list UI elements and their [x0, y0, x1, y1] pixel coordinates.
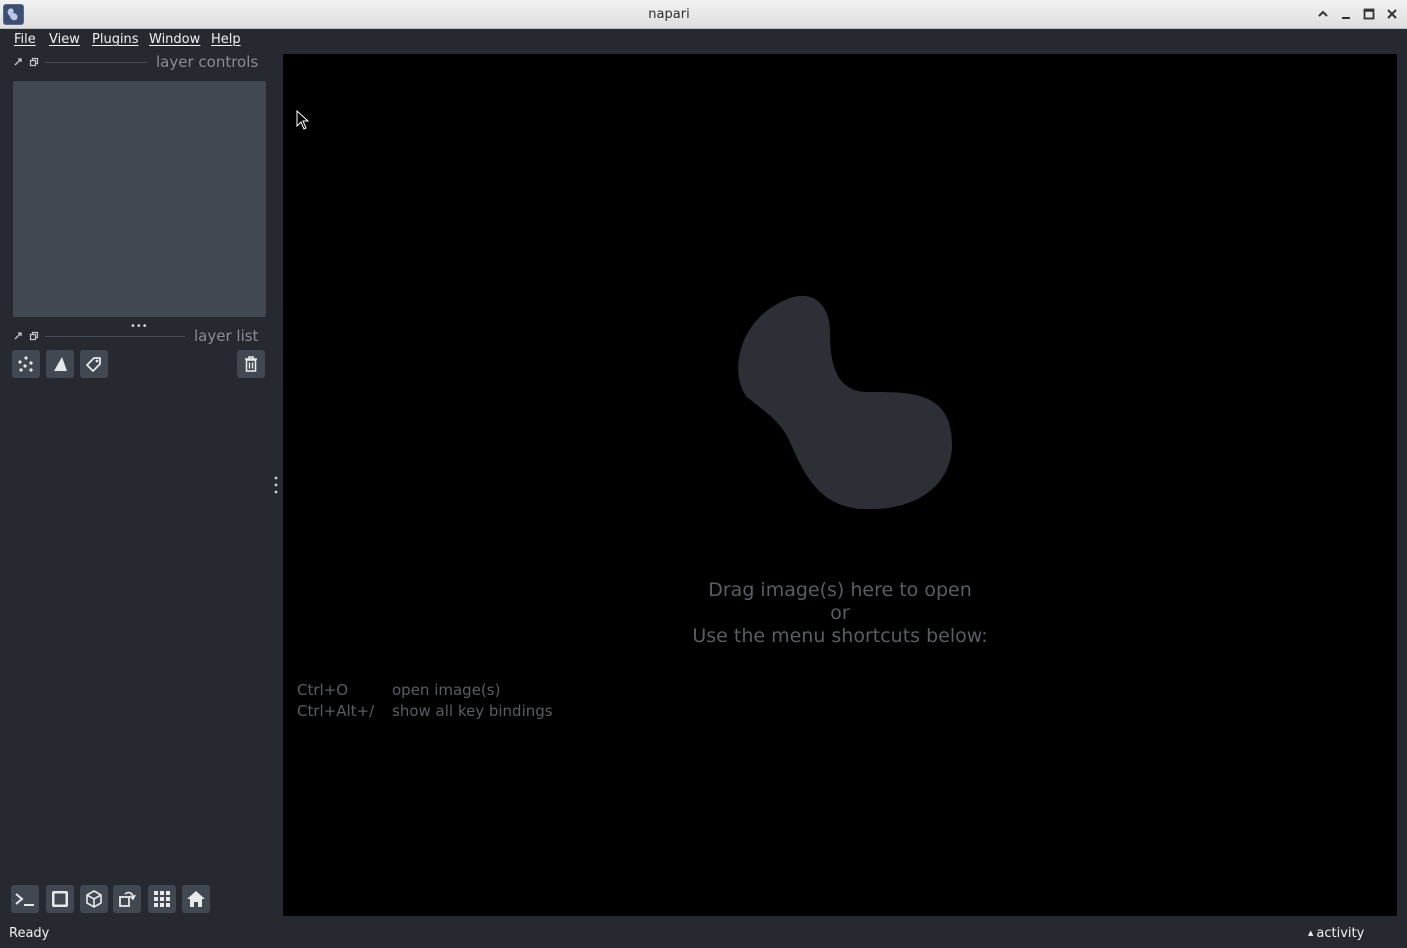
dock-float-icon[interactable] [29, 57, 39, 67]
transpose-button[interactable] [113, 885, 141, 913]
activity-toggle[interactable]: ▲ activity [1308, 926, 1364, 941]
shortcut-desc-bindings: show all key bindings [392, 702, 553, 720]
delete-layer-icon [245, 356, 257, 372]
new-labels-layer-button[interactable] [80, 350, 108, 378]
window-titlebar: napari [0, 0, 1407, 29]
roll-dims-icon [86, 890, 102, 908]
minimize-icon[interactable] [1338, 6, 1354, 22]
welcome-line-drag: Drag image(s) here to open [708, 579, 972, 601]
console-icon [15, 893, 34, 906]
menu-window[interactable]: Window [149, 32, 200, 47]
new-shapes-icon [54, 357, 67, 371]
mouse-cursor-icon [296, 110, 310, 130]
menu-bar: File View Plugins Window Help [0, 29, 1407, 51]
dock-close-icon[interactable] [13, 57, 23, 67]
menu-view[interactable]: View [49, 32, 80, 47]
menu-plugins[interactable]: Plugins [92, 32, 139, 47]
activity-arrow-icon: ▲ [1308, 929, 1314, 937]
grid-view-button[interactable] [148, 885, 176, 913]
shortcut-desc-open: open image(s) [392, 681, 501, 699]
ndisplay-icon [52, 891, 68, 907]
dock-close-icon[interactable] [13, 331, 23, 341]
dock-float-icon[interactable] [29, 331, 39, 341]
new-points-layer-button[interactable] [12, 350, 40, 378]
shortcut-key-open: Ctrl+O [297, 681, 349, 699]
layer-list-title: layer list [194, 327, 259, 345]
welcome-line-shortcuts: Use the menu shortcuts below: [692, 625, 988, 647]
napari-logo-blob [738, 295, 953, 510]
layer-controls-panel [13, 81, 266, 317]
viewer-canvas[interactable]: Drag image(s) here to open or Use the me… [283, 54, 1397, 916]
ndisplay-button[interactable] [46, 885, 74, 913]
delete-layer-button[interactable] [237, 350, 265, 378]
home-button[interactable] [182, 885, 210, 913]
welcome-line-or: or [830, 602, 850, 624]
maximize-icon[interactable] [1361, 6, 1377, 22]
status-bar: Ready ▲ activity [0, 920, 1407, 948]
new-labels-icon [86, 357, 101, 372]
dock-resize-handle[interactable] [274, 476, 278, 494]
activity-label: activity [1316, 926, 1365, 941]
transpose-icon [119, 891, 136, 907]
dock-title-line [45, 336, 185, 337]
status-message: Ready [9, 926, 50, 941]
menu-help[interactable]: Help [211, 32, 241, 47]
roll-dims-button[interactable] [80, 885, 108, 913]
console-button[interactable] [11, 885, 39, 913]
home-icon [187, 891, 205, 907]
grid-icon [154, 891, 170, 907]
shortcut-key-bindings: Ctrl+Alt+/ [297, 702, 375, 720]
close-icon[interactable] [1384, 6, 1400, 22]
window-title: napari [648, 7, 690, 22]
dock-title-line [45, 62, 147, 63]
dock-splitter-handle[interactable]: ••• [130, 321, 148, 332]
new-points-icon [18, 356, 33, 372]
new-shapes-layer-button[interactable] [46, 350, 74, 378]
menu-file[interactable]: File [14, 32, 36, 47]
shade-icon[interactable] [1315, 6, 1331, 22]
layer-controls-title: layer controls [156, 53, 259, 71]
